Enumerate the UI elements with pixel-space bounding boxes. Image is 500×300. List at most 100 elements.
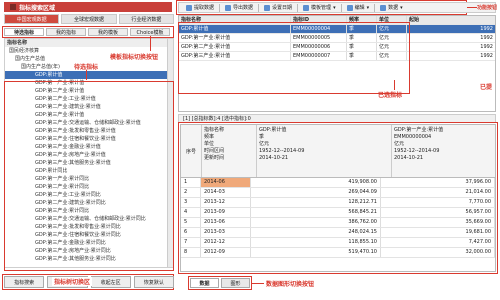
value-cell: 519,470.10 <box>251 248 381 257</box>
table-row[interactable]: 3 2013-12 128,212.71 7,770.00 <box>181 198 495 208</box>
annotation-arrow <box>394 80 395 90</box>
annotation-function-buttons: 功能按钮 <box>477 5 498 11</box>
indicator-search-button[interactable]: 指标搜索 <box>4 276 45 288</box>
seq-header: 序号 <box>181 125 202 177</box>
table-cell: 1992 <box>480 35 493 41</box>
search-area-title: 指标搜索区域 <box>4 2 172 12</box>
value-cell: 21,014.00 <box>381 188 495 197</box>
row-number: 8 <box>181 248 201 257</box>
export-icon <box>225 4 232 11</box>
data-grid: 序号 指标名称 频率 单位 时间区间 更新时间 GDP:累计值 季 亿元 195… <box>180 124 496 272</box>
search-area-title-text: 指标搜索区域 <box>19 4 56 12</box>
annotation-arrow <box>86 70 87 80</box>
table-cell: 1992 <box>480 26 493 32</box>
row-number: 7 <box>181 238 201 247</box>
row-number: 5 <box>181 218 201 227</box>
data-menu-button[interactable]: 数据 ▾ <box>377 3 406 12</box>
toolbar-separator <box>297 3 299 12</box>
table-cell: 1992 <box>480 53 493 59</box>
template-manage-button[interactable]: 模板管理 ▾ <box>300 3 339 12</box>
export-data-button[interactable]: 导出数据 <box>222 3 256 12</box>
selected-indicators-highlight <box>178 22 410 94</box>
toolbar-separator <box>340 3 342 12</box>
value-cell: 386,762.00 <box>251 218 381 227</box>
tab-pending-indicators[interactable]: 待选指标 <box>4 28 44 36</box>
table-row[interactable]: 5 2013-06 386,762.00 35,669.00 <box>181 218 495 228</box>
tab-my-indicators[interactable]: 我的指标 <box>46 28 86 36</box>
row-number: 3 <box>181 198 201 207</box>
value-cell: 7,770.00 <box>381 198 495 207</box>
table-row[interactable]: 6 2013-03 248,024.15 19,681.00 <box>181 228 495 238</box>
row-number: 2 <box>181 188 201 197</box>
tree-header: 指标名称 <box>5 39 173 47</box>
date-cell: 2013-09 <box>201 208 251 217</box>
view-tabs: 数据 图形 <box>190 278 250 288</box>
toolbar-separator <box>219 3 221 12</box>
date-cell: 2013-12 <box>201 198 251 207</box>
data-rows: 1 2014-06 419,908.00 37,996.00 2 2014-03 269,0… <box>181 178 495 258</box>
restore-default-button[interactable]: 恢复默认 <box>133 276 174 288</box>
sub-tabs: 待选指标 我的指标 我的模板 Choice模板 <box>4 28 170 36</box>
row-number: 4 <box>181 208 201 217</box>
table-row[interactable]: 8 2012-09 519,470.10 32,000.00 <box>181 248 495 258</box>
calendar-icon <box>264 4 271 11</box>
chevron-down-icon: ▾ <box>366 4 370 11</box>
tab-choice-templates[interactable]: Choice模板 <box>130 28 170 36</box>
tab-data[interactable]: 数据 <box>190 278 219 288</box>
value-cell: 56,957.00 <box>381 208 495 217</box>
value-cell: 128,212.71 <box>251 198 381 207</box>
value-cell: 32,000.00 <box>381 248 495 257</box>
value-cell: 248,024.15 <box>251 228 381 237</box>
value-cell: 568,845.21 <box>251 208 381 217</box>
chevron-down-icon: ▾ <box>400 4 403 11</box>
tab-chart[interactable]: 图形 <box>221 278 250 288</box>
extract-data-button[interactable]: 提取数据 <box>183 3 217 12</box>
annotation-data-chart-switch: 数据图形切换按钮 <box>266 281 315 288</box>
pending-indicators-highlight <box>4 81 174 271</box>
date-cell: 2012-12 <box>201 238 251 247</box>
annotation-arrow <box>150 36 151 51</box>
tab-china-macro[interactable]: 中国宏观数据 <box>4 14 60 24</box>
table-row[interactable]: 2 2014-03 269,044.09 21,014.00 <box>181 188 495 198</box>
value-cell: 19,681.00 <box>381 228 495 237</box>
edit-button[interactable]: 编辑 ▾ <box>344 3 373 12</box>
title-icon <box>10 4 16 10</box>
attribute-labels: 指标名称 频率 单位 时间区间 更新时间 <box>202 125 257 177</box>
toolbar: 提取数据 导出数据 设置日期 模板管理 ▾ 编辑 ▾ 数据 ▾ <box>178 2 496 13</box>
value-cell: 35,669.00 <box>381 218 495 227</box>
tree-item[interactable]: GDP:累计值 <box>5 71 173 79</box>
collapse-left-button[interactable]: 收起左区 <box>90 276 131 288</box>
date-cell: 2014-03 <box>201 188 251 197</box>
row-number: 6 <box>181 228 201 237</box>
series-header[interactable]: GDP:第一产业:累计值 EMM00000004 亿元 1952-12--201… <box>392 125 495 177</box>
value-cell: 118,855.10 <box>251 238 381 247</box>
tab-industry-economy[interactable]: 行业经济数据 <box>118 14 174 24</box>
table-row[interactable]: 1 2014-06 419,908.00 37,996.00 <box>181 178 495 188</box>
edit-icon <box>346 4 353 11</box>
tab-global-macro[interactable]: 全球宏观数据 <box>61 14 117 24</box>
value-cell: 37,996.00 <box>381 178 495 187</box>
table-row[interactable]: 7 2012-12 118,855.10 7,427.00 <box>181 238 495 248</box>
chevron-down-icon: ▾ <box>333 4 336 11</box>
data-grid-header: 序号 指标名称 频率 单位 时间区间 更新时间 GDP:累计值 季 亿元 195… <box>181 125 495 178</box>
annotation-extracted: 已提 <box>480 84 493 91</box>
annotation-arrow <box>467 7 477 8</box>
set-date-button[interactable]: 设置日期 <box>261 3 295 12</box>
annotation-template-switch: 模板指标切换按钮 <box>110 54 159 61</box>
value-cell: 419,908.00 <box>251 178 381 187</box>
data-icon <box>380 4 387 11</box>
table-row[interactable]: 4 2013-09 568,845.21 56,957.00 <box>181 208 495 218</box>
date-cell: 2013-03 <box>201 228 251 237</box>
database-tabs: 中国宏观数据 全球宏观数据 行业经济数据 <box>4 14 174 24</box>
extract-icon <box>186 4 192 11</box>
template-icon <box>303 4 310 11</box>
toolbar-separator <box>374 3 376 12</box>
annotation-arrow <box>252 283 264 284</box>
column-header[interactable]: 起始 <box>407 16 495 24</box>
series-header[interactable]: GDP:累计值 季 亿元 1952-12--2014-09 2014-10-21 <box>257 125 392 177</box>
row-number: 1 <box>181 178 201 187</box>
toolbar-separator <box>258 3 260 12</box>
tab-my-templates[interactable]: 我的模板 <box>88 28 128 36</box>
annotation-selected-indicators: 已选指标 <box>378 92 403 99</box>
table-cell: 1992 <box>480 44 493 50</box>
